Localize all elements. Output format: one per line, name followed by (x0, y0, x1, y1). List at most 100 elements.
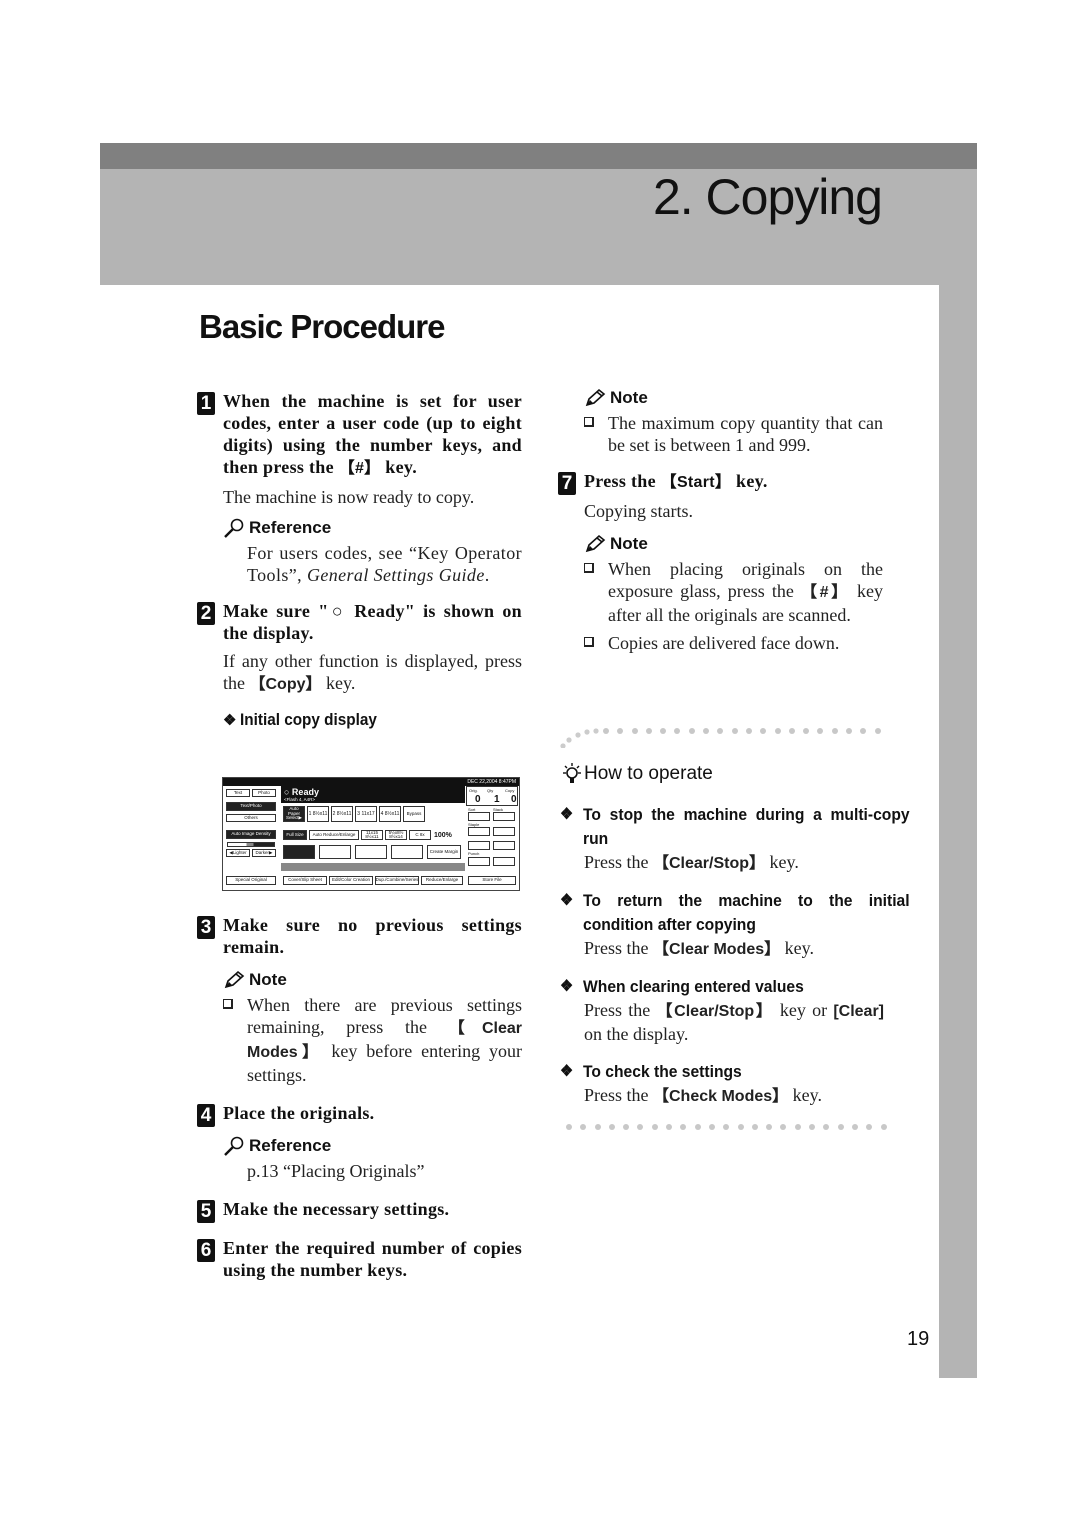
panel-btn-ratio-1[interactable]: 11x15 8½x11 (361, 830, 383, 840)
panel-btn-auto-reduce[interactable]: Auto Reduce/Enlarge (309, 830, 359, 840)
panel-btn-staple-4[interactable] (493, 841, 515, 850)
how-to-item-2: ❖ To return the machine to the initial co… (560, 891, 910, 958)
tab-edit-color[interactable]: Edit/Color Creation (329, 876, 373, 885)
side-margin-bar (939, 285, 977, 1378)
step-body: The machine is now ready to copy. (223, 487, 475, 507)
checkbox-bullet-icon (584, 417, 594, 427)
panel-btn-darker[interactable]: Darker▶ (252, 849, 276, 857)
reference-block: Reference For users codes, see “Key Oper… (223, 518, 522, 586)
panel-btn-sort[interactable] (468, 812, 490, 821)
pencil-icon (585, 388, 606, 407)
step-number: 3 (197, 916, 215, 939)
step-number: 2 (197, 602, 215, 625)
step-5: 5 Make the necessary settings. (197, 1198, 522, 1223)
magnifier-icon (224, 1136, 244, 1156)
panel-btn-punch-1[interactable] (468, 857, 490, 866)
dotted-rule-top (603, 728, 881, 734)
panel-divider (281, 863, 465, 871)
dotted-rule-bottom (566, 1124, 887, 1130)
panel-btn-staple-3[interactable] (468, 841, 490, 850)
page-number: 19 (907, 1328, 930, 1350)
note-item: When there are previous settings remaini… (223, 994, 522, 1086)
panel-datetime: DEC 22,2004 8:47PM (223, 778, 519, 786)
diamond-bullet-icon: ❖ (560, 806, 574, 823)
step-4: 4 Place the originals. Reference p.13 “P… (197, 1102, 522, 1182)
panel-btn-staple-1[interactable] (468, 827, 490, 836)
panel-btn-text[interactable]: Text (226, 789, 250, 797)
diamond-bullet-icon: ❖ (560, 1063, 574, 1080)
copy-counter: Orig. Qty Copy 0 1 0 (466, 786, 518, 806)
left-column: 1 When the machine is set for user codes… (197, 390, 522, 730)
how-to-item-3: ❖ When clearing entered values Press the … (560, 977, 885, 1044)
tab-dup-combine[interactable]: Dup./Combine/Series (375, 876, 419, 885)
note-block: Note When placing originals on the expos… (584, 534, 883, 654)
panel-btn-duplex-2[interactable] (319, 845, 351, 859)
panel-btn-ratio-3[interactable]: C 8x (409, 830, 431, 840)
step-title: Press the 【Start】 key. (584, 471, 768, 491)
checkbox-bullet-icon (223, 999, 233, 1009)
step-6: 6 Enter the required number of copies us… (197, 1237, 522, 1281)
copy-key: 【Copy】 (249, 676, 322, 693)
panel-btn-full-size[interactable]: Full Size (283, 830, 307, 840)
reference-label: Reference (249, 518, 332, 537)
how-to-item-4: ❖ To check the settings Press the 【Check … (560, 1062, 822, 1105)
panel-btn-tray4[interactable]: 4 8½x11 (379, 806, 401, 822)
panel-btn-duplex-1[interactable] (283, 845, 315, 859)
step-3: 3 Make sure no previous settings remain.… (197, 914, 522, 1086)
step-title: Place the originals. (223, 1103, 375, 1123)
panel-btn-stack[interactable] (493, 812, 515, 821)
step-title: Make the necessary settings. (223, 1199, 450, 1219)
diamond-bullet-icon: ❖ (560, 892, 574, 909)
tab-cover-slip[interactable]: Cover/Slip Sheet (283, 876, 327, 885)
panel-btn-store-file[interactable]: Store File (468, 876, 516, 885)
checkbox-bullet-icon (584, 637, 594, 647)
how-to-operate-heading: How to operate (560, 762, 713, 786)
panel-btn-punch-2[interactable] (493, 857, 515, 866)
chapter-band-dark (100, 143, 977, 169)
panel-btn-auto-paper[interactable]: Auto Paper Select▶ (283, 806, 305, 822)
step-2: 2 Make sure "○ Ready" is shown on the di… (197, 600, 522, 730)
step-1: 1 When the machine is set for user codes… (197, 390, 522, 586)
copy-count: 0 (511, 794, 517, 805)
copier-display-panel: DEC 22,2004 8:47PM Text Photo Text/Photo… (222, 777, 520, 891)
panel-btn-create-margin[interactable]: Create Margin (427, 845, 461, 859)
panel-btn-combine-1[interactable] (355, 845, 387, 859)
left-column-lower: 3 Make sure no previous settings remain.… (197, 914, 522, 1281)
pencil-icon (585, 534, 606, 553)
note-block: Note When there are previous settings re… (223, 970, 522, 1086)
reference-label: Reference (249, 1136, 332, 1155)
step-number: 7 (558, 472, 576, 495)
checkbox-bullet-icon (584, 563, 594, 573)
pencil-icon (224, 970, 245, 989)
tab-reduce-enlarge[interactable]: Reduce/Enlarge (421, 876, 463, 885)
panel-btn-tray3[interactable]: 3 11x17 (355, 806, 377, 822)
panel-btn-staple-2[interactable] (493, 827, 515, 836)
reference-block: Reference p.13 “Placing Originals” (223, 1136, 522, 1182)
note-item: Copies are delivered face down. (584, 632, 883, 654)
panel-btn-tray2[interactable]: 2 8½x11 (331, 806, 353, 822)
panel-btn-others[interactable]: Others (226, 814, 276, 822)
panel-btn-special-original[interactable]: Special Original (226, 876, 276, 885)
panel-btn-text-photo[interactable]: Text/Photo (226, 802, 276, 811)
step-number: 6 (197, 1239, 215, 1262)
panel-btn-bypass[interactable]: Bypass (403, 806, 425, 822)
note-label: Note (610, 534, 648, 553)
panel-btn-combine-2[interactable] (391, 845, 423, 859)
initial-display-heading: ❖ Initial copy display (223, 710, 378, 729)
status-sub: <Flash 4, A4R> (284, 797, 316, 802)
panel-btn-ratio-2[interactable]: 5½x8½ 8½x14 (385, 830, 407, 840)
magnifier-icon (224, 518, 244, 538)
how-to-item-1: ❖ To stop the machine during a multi-copy… (560, 805, 910, 872)
ratio-value: 100% (434, 832, 452, 839)
panel-btn-photo[interactable]: Photo (252, 789, 276, 797)
step-number: 1 (197, 392, 215, 415)
panel-btn-auto-density[interactable]: Auto Image Density (226, 830, 276, 839)
section-title: Basic Procedure (199, 308, 445, 345)
step-title: When the machine is set for user codes, … (223, 391, 522, 477)
panel-btn-tray1[interactable]: 1 8½x11 (307, 806, 329, 822)
panel-btn-lighter[interactable]: ◀Lighter (226, 849, 250, 857)
hash-key: 【#】 (338, 460, 381, 477)
ready-status: ○ Ready (284, 787, 319, 797)
lightbulb-icon (563, 763, 581, 783)
reference-text: p.13 “Placing Originals” (247, 1161, 425, 1181)
